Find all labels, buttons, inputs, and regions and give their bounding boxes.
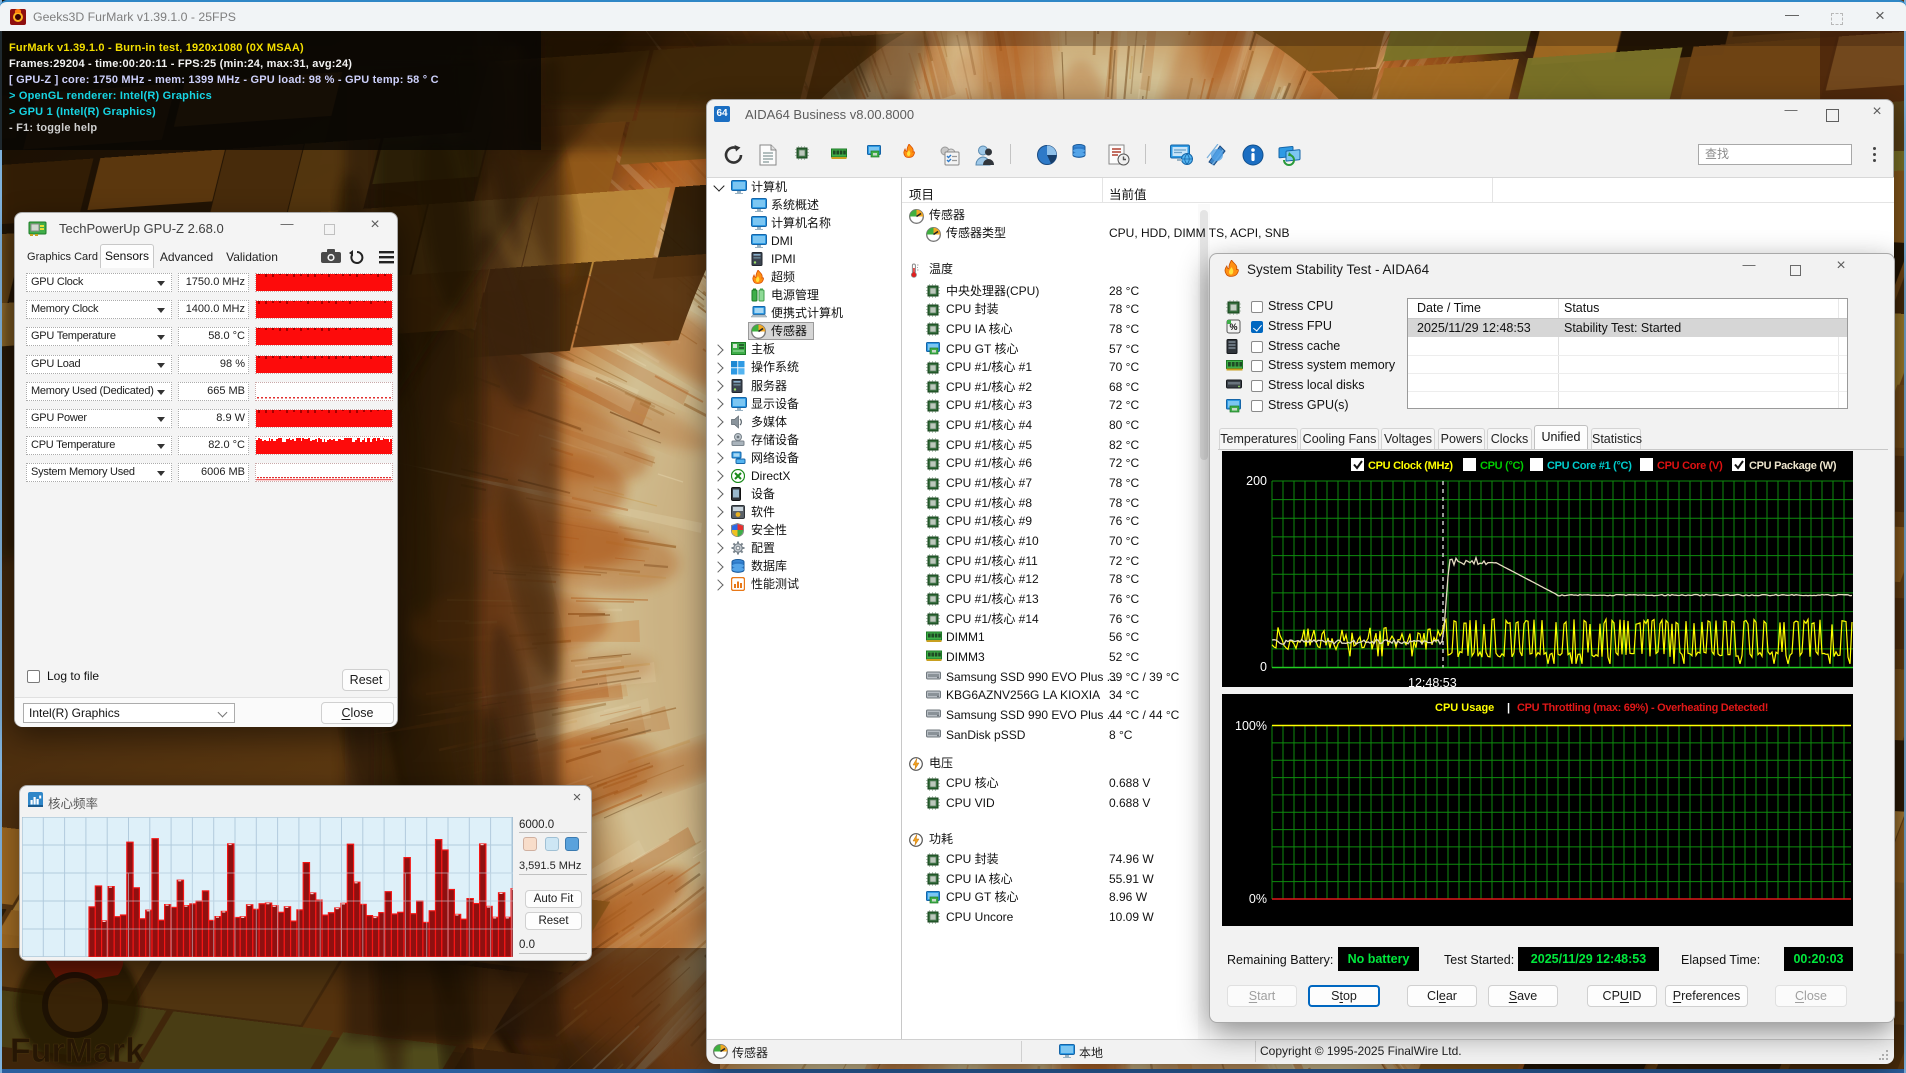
svg-text:CPU Usage: CPU Usage [1435,702,1494,714]
svg-text:CPU Throttling (max: 69%) - Ov: CPU Throttling (max: 69%) - Overheating … [1517,702,1768,714]
svg-text:CPU Core #1 (°C): CPU Core #1 (°C) [1547,460,1632,472]
svg-text:100%: 100% [1235,719,1267,733]
svg-text:12:48:53: 12:48:53 [1408,676,1457,687]
svg-text:CPU Package (W): CPU Package (W) [1749,460,1837,472]
svg-text:0: 0 [1260,660,1267,674]
svg-text:CPU Core (V): CPU Core (V) [1657,460,1723,472]
svg-text:CPU Clock (MHz): CPU Clock (MHz) [1368,460,1453,472]
svg-text:0%: 0% [1249,892,1267,906]
svg-text:200: 200 [1246,474,1267,488]
svg-text:|: | [1507,702,1510,714]
svg-text:FurMark: FurMark [10,1032,144,1070]
svg-text:CPU (°C): CPU (°C) [1480,460,1524,472]
